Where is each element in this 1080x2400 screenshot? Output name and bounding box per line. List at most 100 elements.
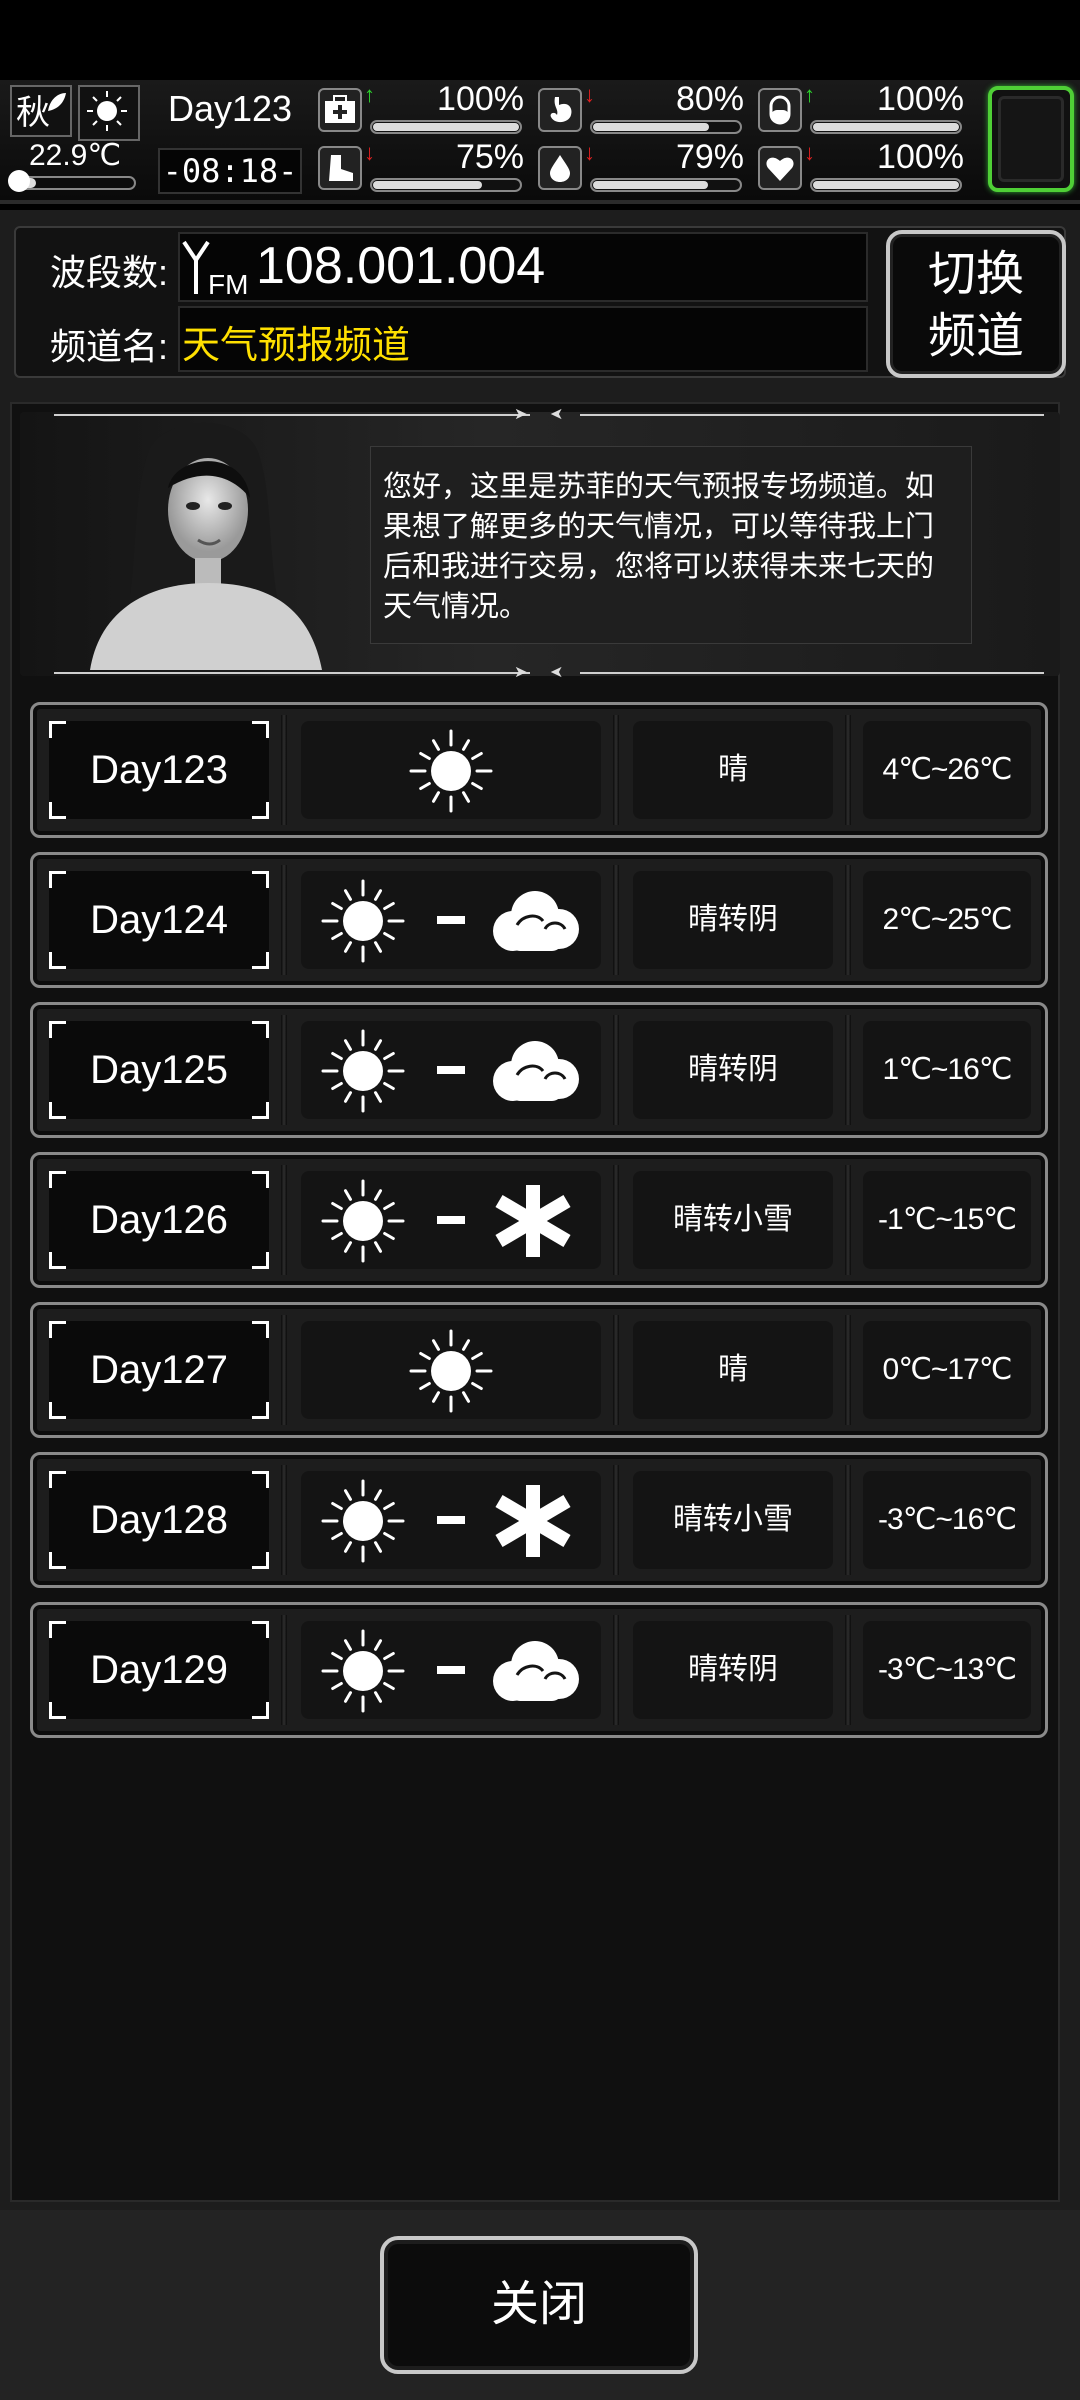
- current-time: -08:18-: [158, 148, 302, 194]
- forecast-temperature: 0℃~17℃: [863, 1321, 1031, 1419]
- menu-button[interactable]: [988, 86, 1074, 192]
- forecast-temperature: -3℃~16℃: [863, 1471, 1031, 1569]
- stat-bar-fill: [813, 181, 959, 189]
- season-indicator: 秋: [10, 85, 72, 137]
- stat-water-drop: ↓ 79%: [538, 138, 748, 198]
- forecast-day-label: Day124: [90, 898, 228, 942]
- stat-medkit: ↑ 100%: [318, 80, 528, 140]
- cloud-icon: [493, 1641, 579, 1701]
- transition-dash-icon: [437, 1666, 465, 1674]
- snow-icon: [495, 1485, 571, 1557]
- stat-heart: ↓ 100%: [758, 138, 968, 198]
- forecast-weather-icons: [301, 871, 601, 969]
- sun-icon: [409, 1329, 493, 1413]
- divider-arrow: ➤: [550, 664, 564, 681]
- stat-bar: [810, 120, 962, 134]
- forecast-day-label: Day125: [90, 1048, 228, 1092]
- stat-pill: ↑ 100%: [758, 80, 968, 140]
- host-speech-bubble: 您好，这里是苏菲的天气预报专场频道。如果想了解更多的天气情况，可以等待我上门后和…: [370, 446, 972, 644]
- sun-icon: [321, 1029, 405, 1113]
- forecast-row: Day128 晴转小雪 -3℃~16℃: [30, 1452, 1048, 1588]
- forecast-day: Day124: [49, 871, 269, 969]
- forecast-temperature-label: 4℃~26℃: [882, 753, 1013, 786]
- temperature-readout: 22.9℃: [28, 139, 122, 172]
- stat-boot: ↓ 75%: [318, 138, 528, 198]
- frequency-value: 108.001.004: [256, 237, 546, 295]
- sun-icon: [321, 1479, 405, 1563]
- forecast-temperature: 4℃~26℃: [863, 721, 1031, 819]
- transition-dash-icon: [437, 916, 465, 924]
- forecast-row: Day123 晴 4℃~26℃: [30, 702, 1048, 838]
- trend-down-arrow-icon: ↓: [364, 140, 375, 165]
- forecast-description: 晴转阴: [633, 1021, 833, 1119]
- trend-down-arrow-icon: ↓: [584, 140, 595, 165]
- forecast-temperature-label: 0℃~17℃: [882, 1353, 1013, 1386]
- forecast-description: 晴: [633, 721, 833, 819]
- transition-dash-icon: [437, 1216, 465, 1224]
- top-divider-right: [580, 414, 1044, 416]
- medkit-icon: [318, 88, 362, 132]
- trend-up-arrow-icon: ↑: [364, 82, 375, 107]
- forecast-temperature-label: -1℃~15℃: [878, 1203, 1017, 1236]
- forecast-description-label: 晴转小雪: [673, 1503, 793, 1536]
- stat-bar-fill: [373, 123, 519, 131]
- forecast-day-label: Day127: [90, 1348, 228, 1392]
- forecast-temperature-label: -3℃~16℃: [878, 1503, 1017, 1536]
- forecast-day-label: Day128: [90, 1498, 228, 1542]
- stat-bar: [590, 120, 742, 134]
- stat-bar-fill: [593, 123, 710, 131]
- transition-dash-icon: [437, 1516, 465, 1524]
- forecast-day-label: Day129: [90, 1648, 228, 1692]
- stat-value: 100%: [877, 80, 964, 118]
- forecast-description: 晴转小雪: [633, 1471, 833, 1569]
- close-button[interactable]: 关闭: [380, 2236, 698, 2374]
- trend-down-arrow-icon: ↓: [584, 82, 595, 107]
- forecast-description-label: 晴转阴: [688, 1053, 778, 1086]
- intro-text: 您好，这里是苏菲的天气预报专场频道。如果想了解更多的天气情况，可以等待我上门后和…: [383, 471, 935, 623]
- stat-bar-fill: [813, 123, 959, 131]
- forecast-temperature: 2℃~25℃: [863, 871, 1031, 969]
- divider-arrow: ➤: [514, 406, 528, 423]
- forecast-description: 晴转阴: [633, 871, 833, 969]
- bottom-divider-left: [54, 672, 530, 674]
- pill-icon: [758, 88, 802, 132]
- stat-bar: [590, 178, 742, 192]
- forecast-day: Day128: [49, 1471, 269, 1569]
- water-drop-icon: [538, 146, 582, 190]
- forecast-temperature: -3℃~13℃: [863, 1621, 1031, 1719]
- forecast-weather-icons: [301, 1021, 601, 1119]
- forecast-description: 晴转小雪: [633, 1171, 833, 1269]
- top-divider-left: [54, 414, 530, 416]
- forecast-temperature-label: -3℃~13℃: [878, 1653, 1017, 1686]
- forecast-description-label: 晴转阴: [688, 1653, 778, 1686]
- switch-channel-button[interactable]: 切换 频道: [886, 230, 1066, 378]
- forecast-row: Day129 晴转阴 -3℃~13℃: [30, 1602, 1048, 1738]
- stat-value: 80%: [675, 80, 744, 118]
- switch-channel-label-line1: 切换: [927, 248, 1024, 301]
- forecast-weather-icons: [301, 1171, 601, 1269]
- stat-value: 100%: [877, 138, 964, 176]
- trend-up-arrow-icon: ↑: [804, 82, 815, 107]
- forecast-weather-icons: [301, 721, 601, 819]
- stat-value: 79%: [675, 138, 744, 176]
- sun-icon: [321, 1179, 405, 1263]
- forecast-row: Day124 晴转阴 2℃~25℃: [30, 852, 1048, 988]
- snow-icon: [495, 1185, 571, 1257]
- forecast-description-label: 晴: [718, 1353, 748, 1386]
- transition-dash-icon: [437, 1066, 465, 1074]
- forecast-day: Day123: [49, 721, 269, 819]
- forecast-temperature: -1℃~15℃: [863, 1171, 1031, 1269]
- cloud-icon: [493, 1041, 579, 1101]
- forecast-temperature: 1℃~16℃: [863, 1021, 1031, 1119]
- sun-icon: [321, 879, 405, 963]
- forecast-day: Day129: [49, 1621, 269, 1719]
- heart-icon: [758, 146, 802, 190]
- stomach-icon: [538, 88, 582, 132]
- stat-bar: [370, 178, 522, 192]
- stat-value: 100%: [437, 80, 524, 118]
- forecast-day-label: Day123: [90, 748, 228, 792]
- forecast-temperature-label: 2℃~25℃: [882, 903, 1013, 936]
- channel-label: 频道名:: [50, 326, 169, 367]
- stat-bar: [370, 120, 522, 134]
- stat-bar: [810, 178, 962, 192]
